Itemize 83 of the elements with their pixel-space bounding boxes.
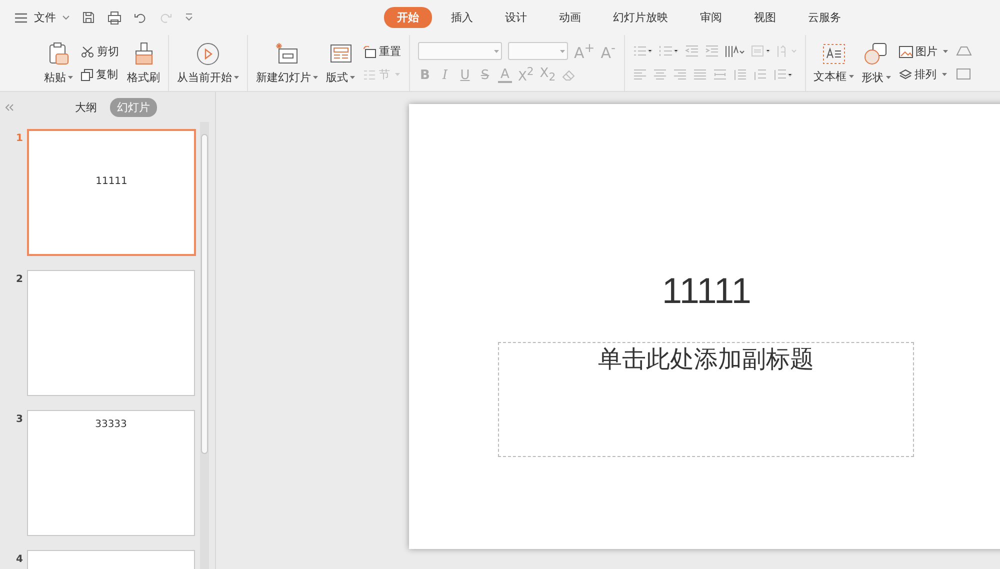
caret-icon xyxy=(395,73,400,76)
font-name-field[interactable] xyxy=(418,42,502,60)
customize-icon[interactable] xyxy=(184,13,194,22)
ribbon-tab[interactable]: 设计 xyxy=(492,7,540,28)
spacing-options-icon[interactable] xyxy=(772,69,793,81)
align-icon[interactable] xyxy=(672,69,687,81)
text-direction-icon[interactable] xyxy=(724,44,745,58)
numbered-list-icon[interactable] xyxy=(658,45,679,57)
chevron-down-icon[interactable] xyxy=(62,14,70,20)
slide-title[interactable]: 11111 xyxy=(662,270,752,312)
caret-icon xyxy=(350,76,355,79)
copy-button[interactable]: 复制 xyxy=(81,67,119,82)
clipboard-icon xyxy=(48,42,70,66)
ribbon-tab[interactable]: 幻灯片放映 xyxy=(600,7,681,28)
reset-icon xyxy=(363,46,376,58)
file-menu[interactable]: 文件 xyxy=(34,10,56,25)
caret-icon xyxy=(942,73,947,76)
text-box-button[interactable]: 文本框 xyxy=(814,42,854,84)
caret-icon xyxy=(234,76,239,79)
save-icon[interactable] xyxy=(82,11,95,24)
picture-button[interactable]: 图片 xyxy=(898,44,948,59)
ribbon-tab[interactable]: 视图 xyxy=(741,7,789,28)
slide-number: 4 xyxy=(15,553,23,567)
caret-icon xyxy=(886,76,891,79)
caret-icon xyxy=(942,50,948,53)
frame-icon[interactable] xyxy=(956,68,972,80)
caret-icon xyxy=(560,50,565,52)
play-from-current-button[interactable]: 从当前开始 xyxy=(177,42,239,84)
slide-number: 2 xyxy=(15,273,23,287)
subtitle-placeholder[interactable]: 单击此处添加副标题 xyxy=(498,342,914,457)
redo-icon[interactable] xyxy=(159,12,172,24)
caret-icon xyxy=(313,76,318,79)
text-box-icon xyxy=(822,42,846,64)
paragraph-spacing-icon[interactable] xyxy=(752,69,767,81)
decrease-indent-icon[interactable] xyxy=(684,45,699,57)
align-icon[interactable] xyxy=(652,69,667,81)
paintbrush-icon xyxy=(132,42,154,66)
reset-button[interactable]: 重置 xyxy=(363,44,401,59)
shapes-icon xyxy=(864,42,888,66)
ribbon-tab[interactable]: 云服务 xyxy=(795,7,854,28)
menu-icon[interactable] xyxy=(14,12,28,24)
ribbon-tab[interactable]: 审阅 xyxy=(687,7,735,28)
align-icon[interactable] xyxy=(632,69,647,81)
caret-icon xyxy=(68,76,73,79)
image-icon xyxy=(898,46,913,58)
paste-button[interactable]: 粘贴 xyxy=(44,42,73,84)
arrange-button[interactable]: 排列 xyxy=(898,67,948,82)
new-slide-button[interactable]: 新建幻灯片 xyxy=(256,42,318,84)
slide-thumbnail[interactable] xyxy=(27,270,195,396)
shape-outline-icon[interactable] xyxy=(956,46,972,58)
cut-button[interactable]: 剪切 xyxy=(81,44,119,59)
caret-icon xyxy=(848,74,854,78)
scrollbar[interactable] xyxy=(200,122,209,569)
bullet-list-icon[interactable] xyxy=(632,45,653,57)
increase-indent-icon[interactable] xyxy=(704,45,719,57)
ribbon-tab[interactable]: 动画 xyxy=(546,7,594,28)
panel-tab[interactable]: 大纲 xyxy=(68,98,104,116)
undo-icon[interactable] xyxy=(134,12,147,24)
layout-button[interactable]: 版式 xyxy=(326,42,355,84)
print-icon[interactable] xyxy=(107,10,122,24)
section-icon xyxy=(363,68,376,80)
thumbnail-text: 11111 xyxy=(96,176,128,187)
line-spacing-icon[interactable] xyxy=(732,69,747,81)
copy-icon xyxy=(81,68,93,80)
font-size-field[interactable] xyxy=(508,42,568,60)
new-slide-icon xyxy=(275,42,299,66)
scissors-icon xyxy=(81,46,94,58)
slide-number: 1 xyxy=(15,132,23,146)
shape-button[interactable]: 形状 xyxy=(862,42,891,84)
slide-thumbnail[interactable]: 11111 xyxy=(27,129,196,256)
align-icon[interactable] xyxy=(692,69,707,81)
caret-icon xyxy=(494,50,499,52)
format-painter-button[interactable]: 格式刷 xyxy=(127,42,160,84)
eraser-icon[interactable] xyxy=(562,68,576,82)
thumbnail-text: 33333 xyxy=(95,419,127,430)
align-icon[interactable] xyxy=(712,69,727,81)
slide-number: 3 xyxy=(15,413,23,427)
layout-icon xyxy=(328,42,352,66)
ribbon-tab[interactable]: 插入 xyxy=(438,7,486,28)
layers-icon xyxy=(898,68,912,80)
slide-thumbnail[interactable]: 33333 xyxy=(27,410,195,536)
collapse-panel-icon[interactable] xyxy=(5,104,14,110)
play-icon xyxy=(196,42,220,66)
